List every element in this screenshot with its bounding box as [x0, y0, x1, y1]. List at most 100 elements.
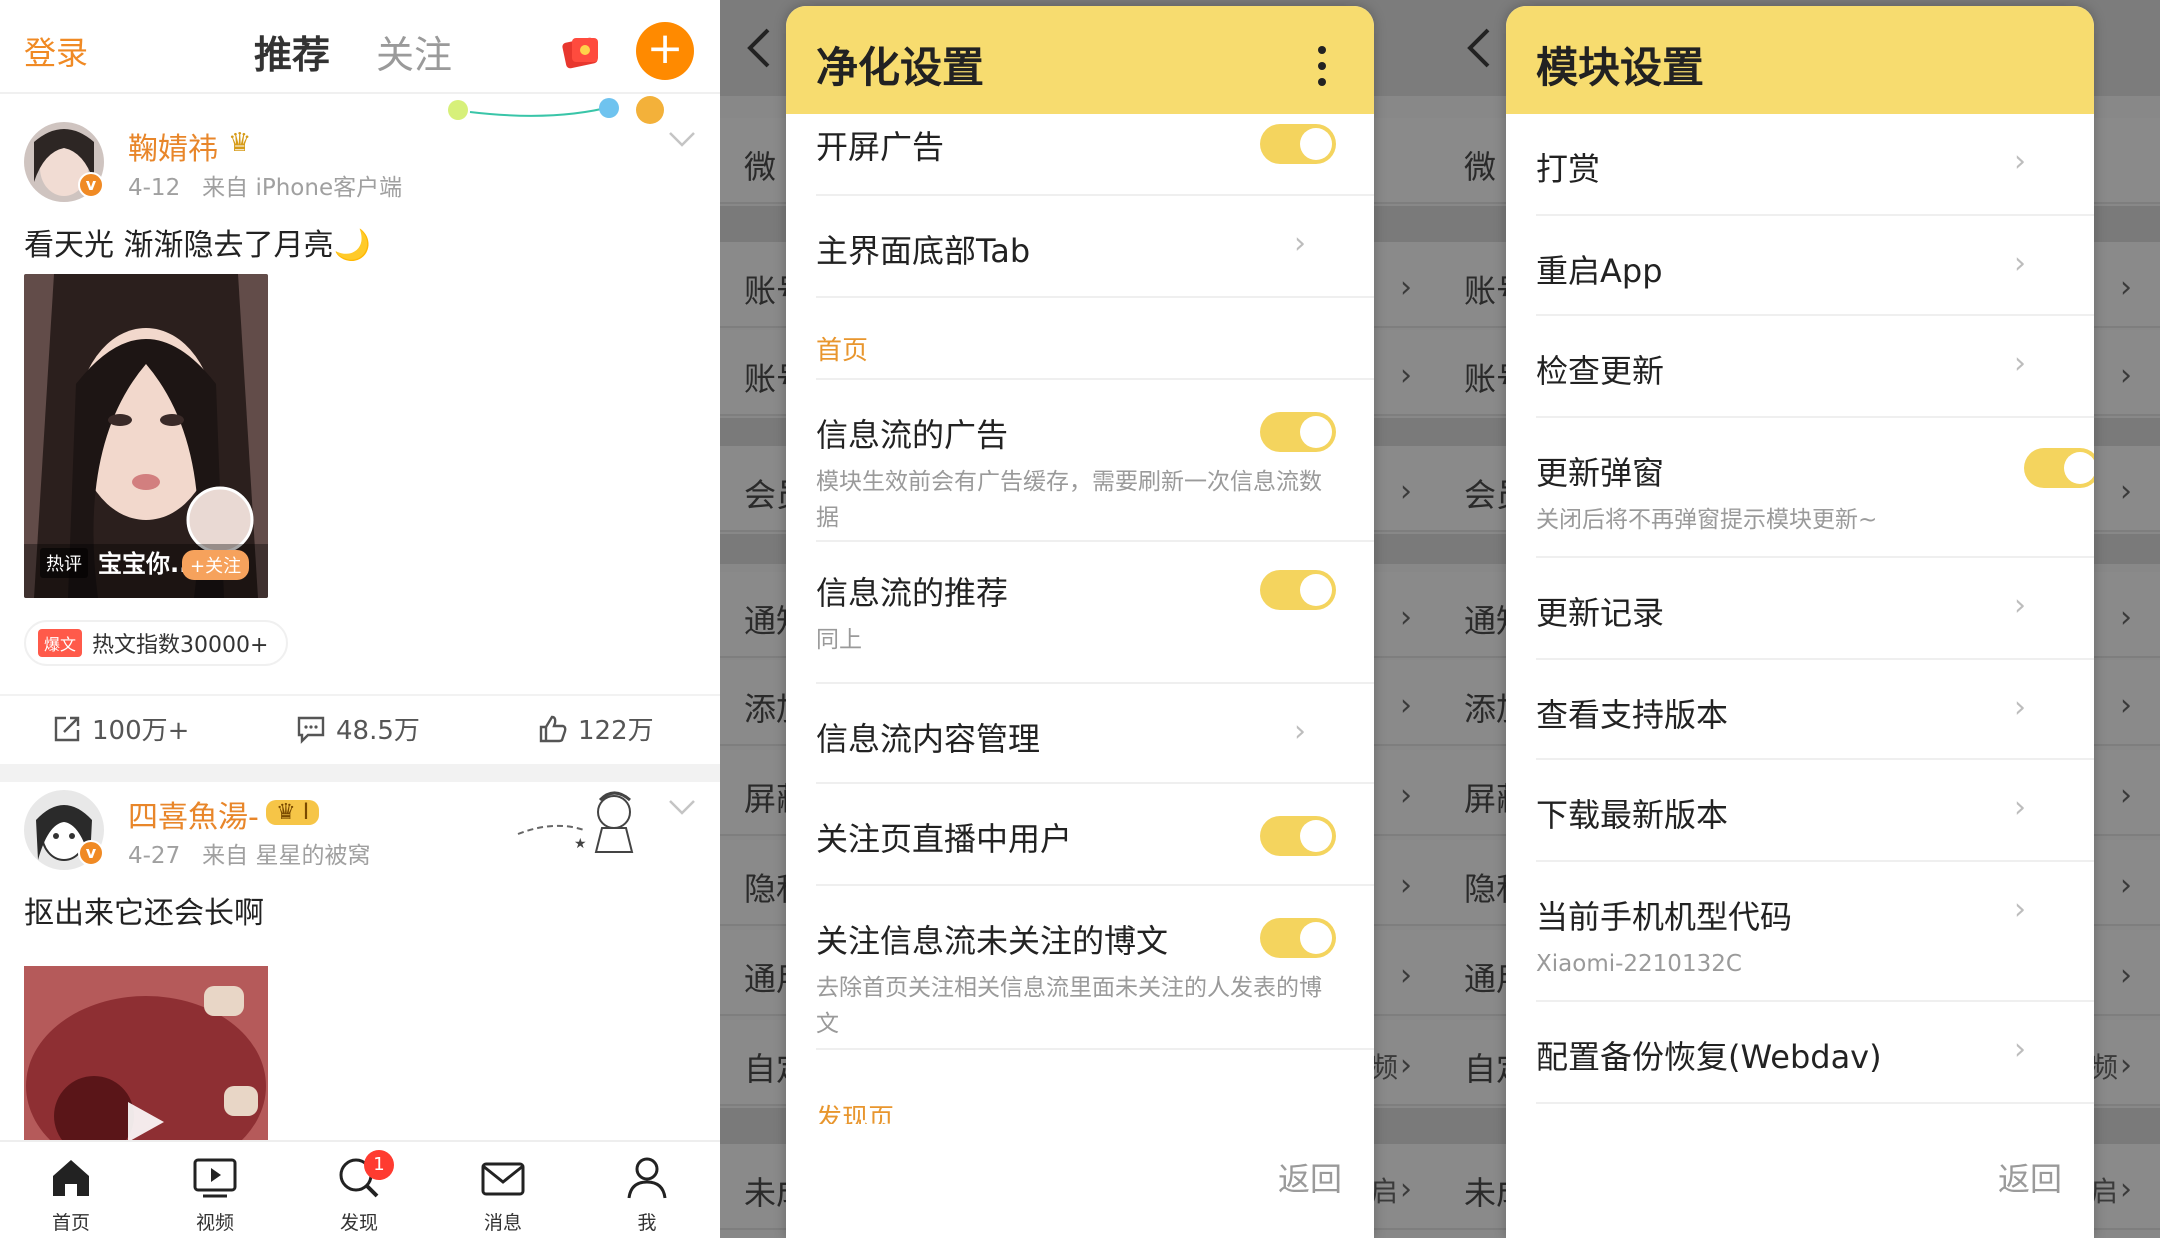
dialog-footer: 返回	[786, 1124, 1374, 1238]
chevron-right-icon: ›	[1400, 270, 1412, 305]
profile-icon	[627, 1157, 667, 1199]
device-model-value: Xiaomi-2210132C	[1536, 951, 1742, 977]
hot-index-text: 热文指数30000+	[92, 633, 269, 658]
chevron-right-icon: ›	[1294, 714, 1306, 749]
login-link[interactable]: 登录	[24, 28, 88, 74]
post-username[interactable]: 四喜魚湯-	[128, 792, 259, 836]
verified-badge-icon: v	[78, 172, 104, 198]
feed-top-bar: 登录 推荐 关注 +	[0, 0, 720, 94]
setting-supported-versions[interactable]: 查看支持版本 ›	[1536, 660, 2094, 760]
chevron-right-icon: ›	[2120, 1048, 2132, 1083]
chevron-down-icon[interactable]	[668, 130, 696, 148]
setting-label: 关注信息流未关注的博文	[816, 922, 1169, 960]
repost-button[interactable]: 100万+	[52, 710, 189, 747]
setting-bottom-tab[interactable]: 主界面底部Tab ›	[816, 196, 1374, 298]
setting-reward[interactable]: 打赏 ›	[1536, 114, 2094, 216]
post-text: 看天光 渐渐隐去了月亮🌙	[24, 220, 371, 264]
setting-restart-app[interactable]: 重启App ›	[1536, 216, 2094, 316]
chevron-down-icon[interactable]	[668, 798, 696, 816]
post-text-content: 看天光 渐渐隐去了月亮	[24, 228, 334, 263]
chevron-right-icon: ›	[2014, 144, 2026, 179]
dim-row-hint: 启	[1370, 1175, 1399, 1208]
chevron-right-icon: ›	[2120, 958, 2132, 993]
feed-ad-toggle[interactable]	[1260, 412, 1336, 452]
crown-badge-icon: ♛	[228, 128, 252, 158]
nav-profile-label: 我	[637, 1212, 657, 1234]
chevron-right-icon: ›	[1400, 358, 1412, 393]
setting-label: 关注页直播中用户	[816, 820, 1073, 858]
member-level: I	[302, 800, 310, 825]
setting-label: 信息流的推荐	[816, 574, 1009, 612]
post-username[interactable]: 鞠婧祎	[128, 124, 218, 168]
setting-check-update[interactable]: 检查更新 ›	[1536, 316, 2094, 418]
comment-button[interactable]: 48.5万	[296, 710, 420, 747]
setting-unfollowed-posts[interactable]: 关注信息流未关注的博文 去除首页关注相关信息流里面未关注的人发表的博文	[816, 886, 1374, 1050]
chevron-right-icon: ›	[2120, 474, 2132, 509]
chevron-right-icon: ›	[2120, 1172, 2132, 1207]
unfollowed-posts-toggle[interactable]	[1260, 918, 1336, 958]
like-button[interactable]: 122万	[538, 710, 654, 747]
nav-home[interactable]: 首页	[26, 1154, 116, 1235]
setting-live-users[interactable]: 关注页直播中用户	[816, 784, 1374, 886]
splash-ad-toggle[interactable]	[1260, 124, 1336, 164]
setting-label: 信息流内容管理	[816, 720, 1041, 758]
setting-download-latest[interactable]: 下载最新版本 ›	[1536, 760, 2094, 862]
tab-follow[interactable]: 关注	[376, 24, 452, 79]
thumbs-up-icon	[539, 715, 567, 742]
setting-feed-recommend[interactable]: 信息流的推荐 同上	[816, 542, 1374, 684]
red-packet-icon[interactable]	[560, 32, 604, 70]
dim-row-label: 微	[744, 148, 777, 186]
weibo-feed-screen: 登录 推荐 关注 + v 鞠婧祎 ♛ 4-12 来自 iPhone客户端 看天光…	[0, 0, 720, 1238]
follow-chip-button[interactable]: +关注	[182, 550, 250, 580]
setting-label: 主界面底部Tab	[816, 232, 1031, 270]
setting-label: 更新弹窗	[1536, 454, 1665, 492]
hot-index-pill[interactable]: 爆文 热文指数30000+	[24, 620, 289, 666]
back-arrow-icon[interactable]	[744, 26, 774, 70]
chevron-right-icon: ›	[2014, 690, 2026, 725]
setting-backup-restore[interactable]: 配置备份恢复(Webdav) ›	[1536, 1002, 2094, 1104]
setting-splash-ad[interactable]: 开屏广告	[816, 114, 1374, 196]
nav-messages-label: 消息	[483, 1212, 522, 1234]
update-popup-toggle[interactable]	[2024, 448, 2094, 488]
compose-plus-button[interactable]: +	[636, 22, 694, 80]
dialog-header: 模块设置	[1506, 6, 2094, 114]
nav-profile[interactable]: 我	[602, 1154, 692, 1235]
chevron-right-icon: ›	[1400, 688, 1412, 723]
setting-label: 信息流的广告	[816, 416, 1009, 454]
setting-feed-ad[interactable]: 信息流的广告 模块生效前会有广告缓存，需要刷新一次信息流数据	[816, 380, 1374, 542]
dialog-footer: 返回	[1506, 1124, 2094, 1238]
setting-description: 去除首页关注相关信息流里面未关注的人发表的博文	[816, 975, 1322, 1037]
feed-recommend-toggle[interactable]	[1260, 570, 1336, 610]
post-source: 来自 星星的被窝	[202, 843, 371, 869]
return-button[interactable]: 返回	[1998, 1154, 2062, 1200]
setting-label: 重启App	[1536, 252, 1663, 290]
setting-update-popup[interactable]: 更新弹窗 关闭后将不再弹窗提示模块更新~	[1536, 418, 2094, 558]
setting-changelog[interactable]: 更新记录 ›	[1536, 558, 2094, 660]
post-video-thumbnail[interactable]	[24, 966, 268, 1146]
more-vertical-icon[interactable]	[1316, 44, 1328, 88]
dim-row-hint: 启	[2090, 1175, 2119, 1208]
post-meta: 4-12 来自 iPhone客户端	[128, 168, 402, 202]
purify-settings-dialog: 净化设置 开屏广告 主界面底部Tab › 首页 信息流的广告 模块生效前会有广告…	[786, 6, 1374, 1238]
nav-messages[interactable]: 消息	[458, 1154, 548, 1235]
nav-discover[interactable]: 1 发现	[314, 1150, 404, 1235]
feed-post[interactable]: v 鞠婧祎 ♛ 4-12 来自 iPhone客户端 看天光 渐渐隐去了月亮🌙 热…	[0, 112, 720, 760]
setting-feed-manage[interactable]: 信息流内容管理 ›	[816, 684, 1374, 784]
dim-row-hint: 频	[1370, 1051, 1399, 1084]
dialog-title: 模块设置	[1536, 43, 1705, 92]
tab-recommend[interactable]: 推荐	[254, 24, 330, 79]
chevron-right-icon: ›	[1400, 1172, 1412, 1207]
dialog-scroll-body[interactable]: 开屏广告 主界面底部Tab › 首页 信息流的广告 模块生效前会有广告缓存，需要…	[786, 114, 1374, 1124]
setting-device-model[interactable]: 当前手机机型代码 › Xiaomi-2210132C	[1536, 862, 2094, 1002]
nav-video[interactable]: 视频	[170, 1154, 260, 1235]
dialog-scroll-body[interactable]: 打赏 › 重启App › 检查更新 › 更新弹窗 关闭后将不再弹窗提示模块更新~…	[1506, 114, 2094, 1124]
chevron-right-icon: ›	[2120, 778, 2132, 813]
live-users-toggle[interactable]	[1260, 816, 1336, 856]
chevron-right-icon: ›	[1400, 474, 1412, 509]
return-button[interactable]: 返回	[1278, 1154, 1342, 1200]
back-arrow-icon[interactable]	[1464, 26, 1494, 70]
hot-comment-label: 热评	[40, 548, 88, 578]
section-header-discover: 发现页	[816, 1104, 895, 1124]
setting-description: 关闭后将不再弹窗提示模块更新~	[1536, 507, 1878, 533]
nav-video-label: 视频	[195, 1212, 234, 1234]
